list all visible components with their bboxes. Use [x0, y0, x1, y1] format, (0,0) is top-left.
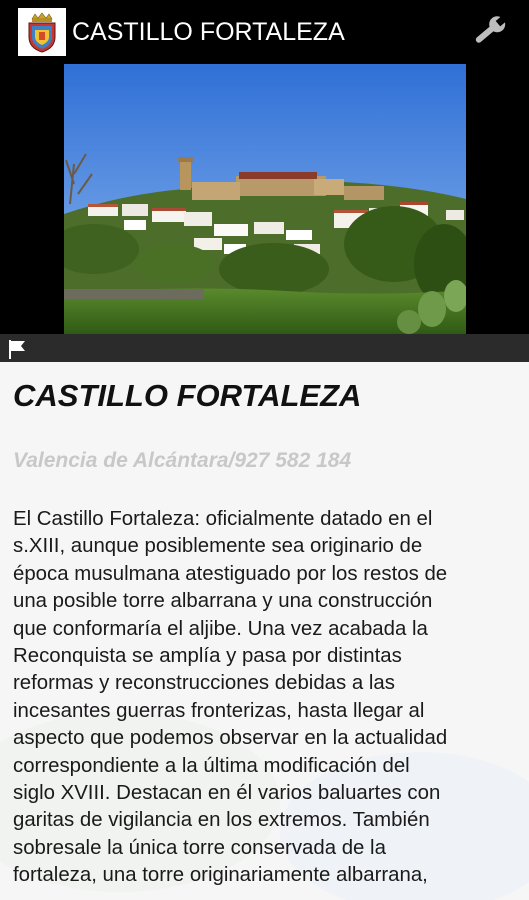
description-line: garitas de vigilancia en los extremos. T…: [13, 809, 430, 832]
description-line: una posible torre albarrana y una constr…: [13, 590, 433, 613]
detail-content: CASTILLO FORTALEZA Valencia de Alcántara…: [0, 362, 529, 900]
app-title: CASTILLO FORTALEZA: [72, 18, 345, 46]
description-line: que conformaría el aljibe. Una vez acaba…: [13, 617, 428, 640]
description-line: reformas y reconstrucciones debidas a la…: [13, 672, 395, 695]
description-line: El Castillo Fortaleza: oficialmente data…: [13, 508, 433, 530]
place-description: El Castillo Fortaleza: oficialmente data…: [13, 506, 523, 890]
description-line: fortaleza, una torre originariamente alb…: [13, 864, 428, 887]
coat-of-arms-icon[interactable]: [18, 8, 66, 56]
description-line: incesantes guerras fronterizas, hasta ll…: [13, 699, 425, 722]
castle-town-photo: [49, 64, 474, 334]
wrench-icon[interactable]: [462, 10, 514, 54]
description-line: s.XIII, aunque posiblemente sea originar…: [13, 535, 423, 558]
app-bar: CASTILLO FORTALEZA: [0, 0, 529, 64]
description-line: siglo XVIII. Destacan en él varios balua…: [13, 782, 441, 805]
description-line: sobresale la única torre conservada de l…: [13, 836, 386, 859]
map-bar: [0, 334, 529, 362]
photo-container: [0, 64, 529, 334]
description-line: aspecto que podemos observar en la actua…: [13, 727, 448, 750]
place-title: CASTILLO FORTALEZA: [13, 378, 362, 413]
description-line: correspondiente a la última modificación…: [13, 754, 410, 777]
description-line: Reconquista se amplía y pasa por distint…: [13, 645, 402, 668]
description-line: época musulmana atestiguado por los rest…: [13, 562, 448, 585]
flag-icon[interactable]: [6, 338, 28, 360]
place-location-phone[interactable]: Valencia de Alcántara/927 582 184: [13, 448, 351, 474]
